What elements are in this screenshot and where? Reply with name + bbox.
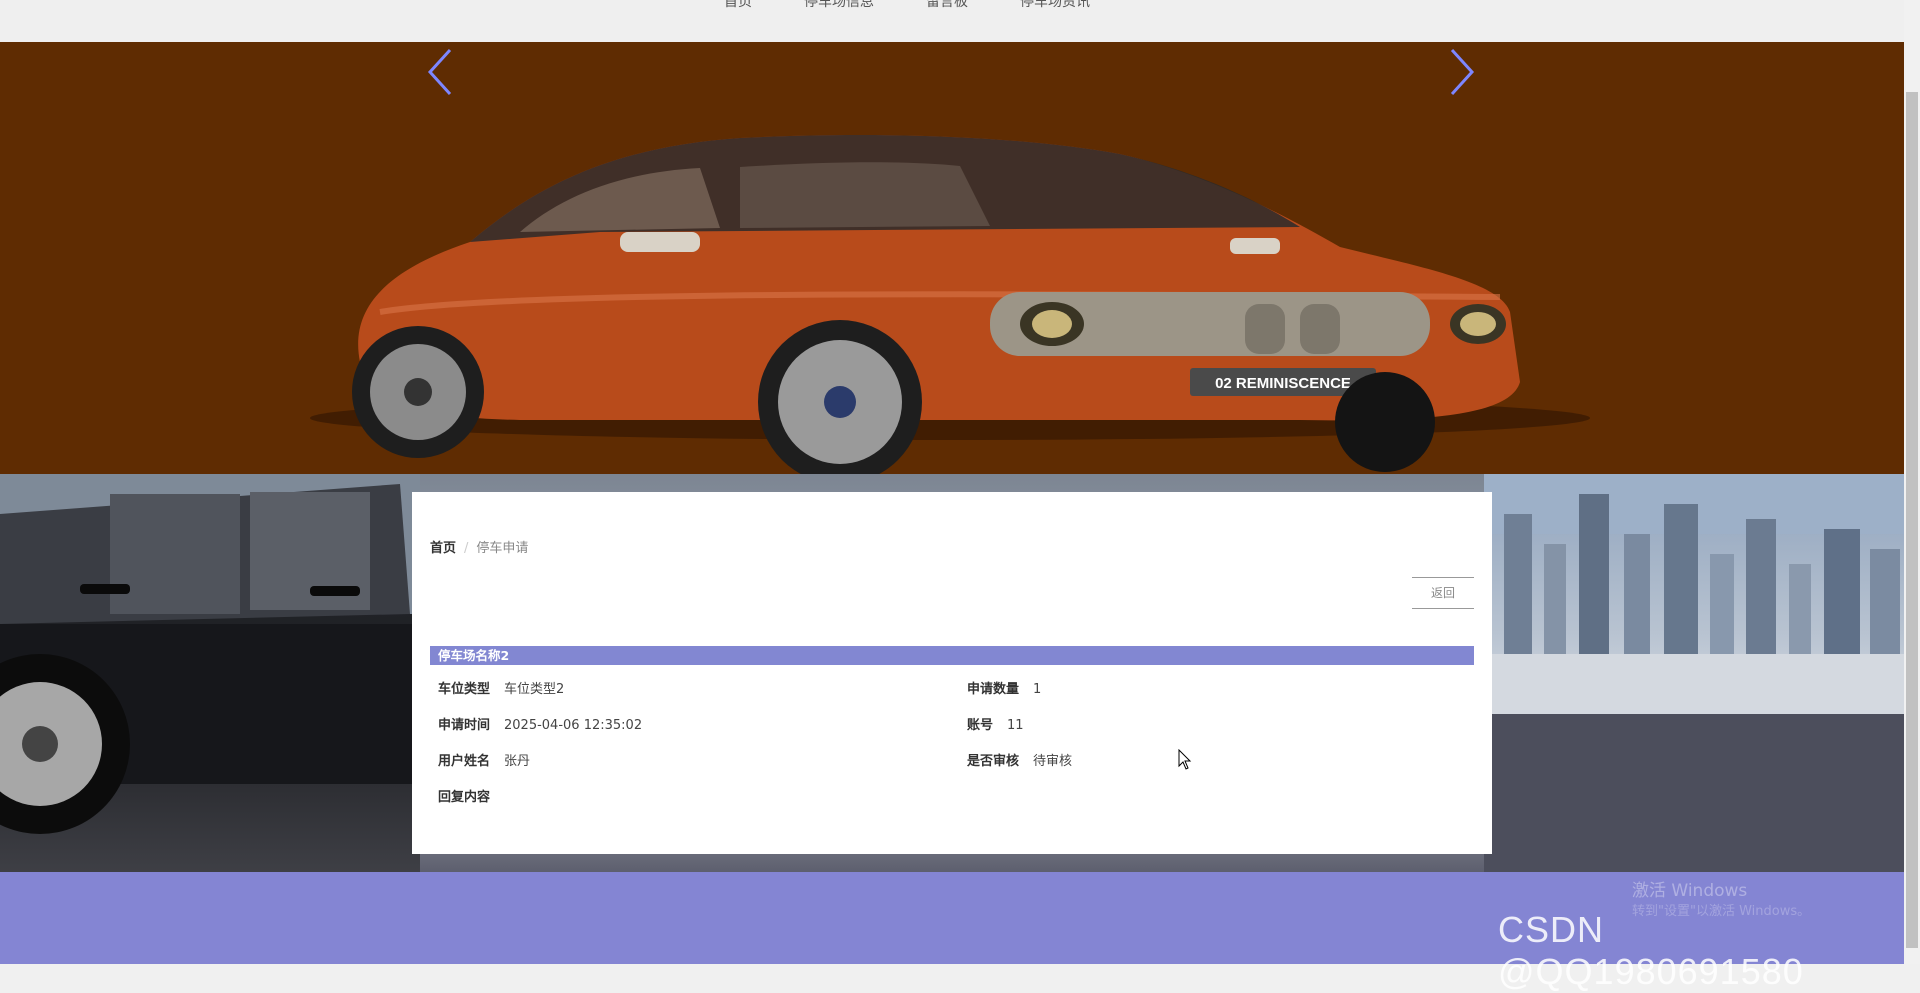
field-label: 申请时间 bbox=[438, 718, 491, 733]
breadcrumb: 首页 / 停车申请 bbox=[430, 537, 528, 556]
field-label: 回复内容 bbox=[438, 790, 491, 805]
field-label: 车位类型 bbox=[438, 682, 491, 697]
field-reply-content: 回复内容 bbox=[438, 786, 504, 805]
field-label: 是否审核 bbox=[967, 754, 1020, 769]
field-value: 11 bbox=[1007, 718, 1024, 733]
carousel-prev-icon[interactable] bbox=[420, 42, 460, 102]
field-value: 车位类型2 bbox=[504, 682, 565, 697]
breadcrumb-separator: / bbox=[464, 541, 469, 556]
nav-item-home[interactable]: 首页 bbox=[724, 0, 752, 11]
mouse-cursor-icon bbox=[1178, 749, 1192, 770]
field-value: 2025-04-06 12:35:02 bbox=[504, 718, 643, 733]
car-banner-image: 02 REMINISCENCE bbox=[310, 135, 1590, 474]
field-apply-time: 申请时间 2025-04-06 12:35:02 bbox=[438, 714, 642, 733]
breadcrumb-current: 停车申请 bbox=[476, 541, 529, 556]
activate-windows-title: 激活 Windows bbox=[1632, 881, 1748, 901]
scrollbar-thumb[interactable] bbox=[1906, 92, 1918, 948]
field-value: 待审核 bbox=[1033, 754, 1073, 769]
breadcrumb-home[interactable]: 首页 bbox=[430, 541, 456, 556]
csdn-watermark: CSDN @QQ1980691580 bbox=[1498, 909, 1804, 992]
field-username: 用户姓名 张丹 bbox=[438, 750, 530, 769]
field-label: 申请数量 bbox=[967, 682, 1020, 697]
field-review-status: 是否审核 待审核 bbox=[967, 750, 1072, 769]
field-account: 账号 11 bbox=[967, 714, 1024, 733]
top-nav: 首页 停车场信息 留言板 停车场资讯 bbox=[0, 0, 1904, 42]
field-value: 1 bbox=[1033, 682, 1042, 697]
nav-item-parking-news[interactable]: 停车场资讯 bbox=[1020, 0, 1090, 11]
back-button[interactable]: 返回 bbox=[1412, 577, 1474, 609]
banner-carousel: 02 REMINISCENCE bbox=[0, 42, 1904, 474]
city-skyline-image bbox=[1484, 474, 1904, 872]
black-car-image bbox=[0, 474, 420, 872]
carousel-next-icon[interactable] bbox=[1442, 42, 1482, 102]
field-quantity: 申请数量 1 bbox=[967, 678, 1041, 697]
nav-item-parking-info[interactable]: 停车场信息 bbox=[804, 0, 874, 11]
nav-items: 首页 停车场信息 留言板 停车场资讯 bbox=[0, 0, 1859, 11]
plate-text: 02 REMINISCENCE bbox=[1215, 375, 1351, 392]
nav-item-message-board[interactable]: 留言板 bbox=[926, 0, 968, 11]
field-space-type: 车位类型 车位类型2 bbox=[438, 678, 564, 697]
field-label: 用户姓名 bbox=[438, 754, 491, 769]
parking-lot-title: 停车场名称2 bbox=[430, 646, 1474, 665]
field-value: 张丹 bbox=[504, 754, 531, 769]
field-label: 账号 bbox=[967, 718, 994, 733]
page-scrollbar[interactable] bbox=[1904, 0, 1920, 964]
detail-card: 首页 / 停车申请 返回 停车场名称2 车位类型 车位类型2 申请数量 1 申请时间 20… bbox=[412, 492, 1492, 854]
